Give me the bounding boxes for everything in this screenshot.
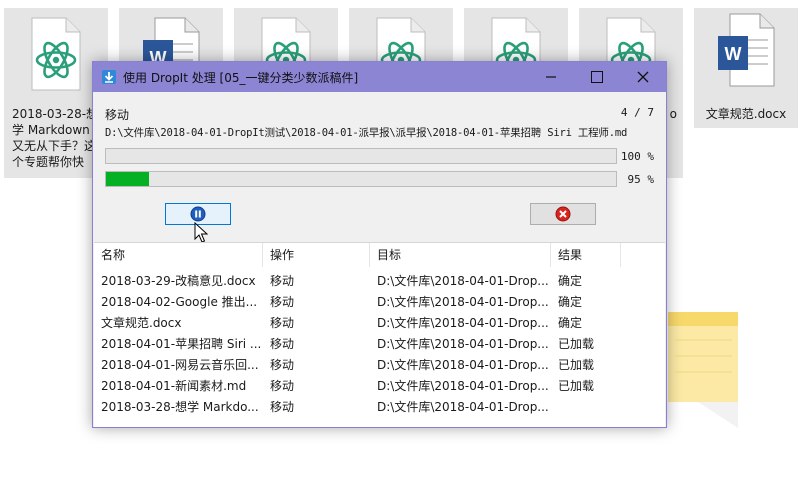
row-name: 2018-04-01-网易云音乐回... <box>101 358 259 372</box>
window-title: 使用 DropIt 处理 [05_一键分类少数派稿件] <box>123 71 359 85</box>
row-name: 文章规范.docx <box>101 316 182 330</box>
file-caption-line: 又无从下手？这 <box>12 139 97 153</box>
row-target: D:\文件库\2018-04-01-Drop... <box>377 379 549 393</box>
row-action: 移动 <box>270 295 295 309</box>
close-icon <box>637 71 649 83</box>
file-caption: 文章规范.docx <box>705 107 787 121</box>
file-progress-percent: 95 % <box>627 173 655 186</box>
current-file-path: D:\文件库\2018-04-01-DropIt测试\2018-04-01-派早… <box>105 127 628 139</box>
row-result <box>551 397 621 418</box>
title-bar[interactable]: 使用 DropIt 处理 [05_一键分类少数派稿件] <box>93 62 666 92</box>
row-action: 移动 <box>270 379 295 393</box>
column-header-action[interactable]: 操作 <box>263 243 370 267</box>
table-row[interactable]: 2018-04-01-网易云音乐回... 移动 D:\文件库\2018-04-01-… <box>94 355 665 376</box>
file-tile-docx[interactable]: W 文章规范.docx <box>694 8 798 128</box>
atom-file-icon <box>31 17 81 91</box>
column-header-name[interactable]: 名称 <box>94 243 263 267</box>
stop-icon <box>555 206 571 222</box>
svg-text:W: W <box>725 44 742 64</box>
row-target: D:\文件库\2018-04-01-Drop... <box>377 400 549 414</box>
file-caption-line: 学 Markdown <box>12 123 90 137</box>
table-row[interactable]: 2018-03-29-改稿意见.docx 移动 D:\文件库\2018-04-01-… <box>94 271 665 292</box>
table-row[interactable]: 2018-04-02-Google 推出... 移动 D:\文件库\2018-04-… <box>94 292 665 313</box>
maximize-icon <box>591 71 603 83</box>
row-action: 移动 <box>270 337 295 351</box>
file-caption-line: 2018-03-28-想 <box>12 107 99 121</box>
minimize-icon <box>546 76 556 78</box>
row-target: D:\文件库\2018-04-01-Drop... <box>377 358 549 372</box>
row-name: 2018-04-01-新闻素材.md <box>101 379 247 393</box>
minimize-button[interactable] <box>528 62 574 92</box>
row-target: D:\文件库\2018-04-01-Drop... <box>377 295 549 309</box>
file-caption: 2018-03-28-想学 Markdown 又无从下手？这 个专题帮你快 <box>12 106 102 170</box>
sticky-note-icon <box>668 312 738 428</box>
table-row[interactable]: 2018-03-28-想学 Markdo... 移动 D:\文件库\2018-04-… <box>94 397 665 418</box>
row-result: 确定 <box>558 295 583 309</box>
row-result: 确定 <box>558 316 583 330</box>
row-target: D:\文件库\2018-04-01-Drop... <box>377 337 549 351</box>
row-result: 确定 <box>558 274 583 288</box>
maximize-button[interactable] <box>574 62 620 92</box>
file-list[interactable]: 名称 操作 目标 结果 2018-03-29-改稿意见.docx 移动 D:\文件库… <box>94 242 665 427</box>
row-result: 已加载 <box>558 379 595 393</box>
row-target: D:\文件库\2018-04-01-Drop... <box>377 274 549 288</box>
dropit-app-icon <box>102 70 116 84</box>
total-progress-percent: 100 % <box>620 150 654 163</box>
row-action: 移动 <box>270 274 295 288</box>
file-progress-bar <box>105 171 617 187</box>
row-result: 已加载 <box>558 337 595 351</box>
column-header-result[interactable]: 结果 <box>551 243 621 267</box>
row-name: 2018-03-29-改稿意见.docx <box>101 274 256 288</box>
column-header-target[interactable]: 目标 <box>370 243 551 267</box>
pause-icon <box>190 206 206 222</box>
row-name: 2018-04-01-苹果招聘 Siri ... <box>101 337 262 351</box>
file-counter: 4 / 7 <box>620 106 654 119</box>
row-result: 已加载 <box>558 358 595 372</box>
total-progress-fill <box>106 149 616 163</box>
dropit-dialog: 使用 DropIt 处理 [05_一键分类少数派稿件] 移动 4 / 7 D:\… <box>92 61 667 428</box>
close-button[interactable] <box>620 62 666 92</box>
list-header: 名称 操作 目标 结果 <box>94 243 665 267</box>
operation-label: 移动 <box>105 108 130 122</box>
table-row[interactable]: 2018-04-01-新闻素材.md 移动 D:\文件库\2018-04-01-Dr… <box>94 376 665 397</box>
file-caption-line: 个专题帮你快 <box>12 155 85 169</box>
word-file-icon: W <box>718 13 775 87</box>
file-progress-fill <box>106 172 150 186</box>
row-action: 移动 <box>270 316 295 330</box>
row-action: 移动 <box>270 400 295 414</box>
row-target: D:\文件库\2018-04-01-Drop... <box>377 316 549 330</box>
row-name: 2018-03-28-想学 Markdo... <box>101 400 259 414</box>
mouse-cursor-icon <box>194 222 209 243</box>
cancel-button[interactable] <box>530 203 596 225</box>
row-name: 2018-04-02-Google 推出... <box>101 295 258 309</box>
table-row[interactable]: 文章规范.docx 移动 D:\文件库\2018-04-01-Drop... 确定 <box>94 313 665 334</box>
row-action: 移动 <box>270 358 295 372</box>
table-row[interactable]: 2018-04-01-苹果招聘 Siri ... 移动 D:\文件库\2018-04… <box>94 334 665 355</box>
total-progress-bar <box>105 148 617 164</box>
